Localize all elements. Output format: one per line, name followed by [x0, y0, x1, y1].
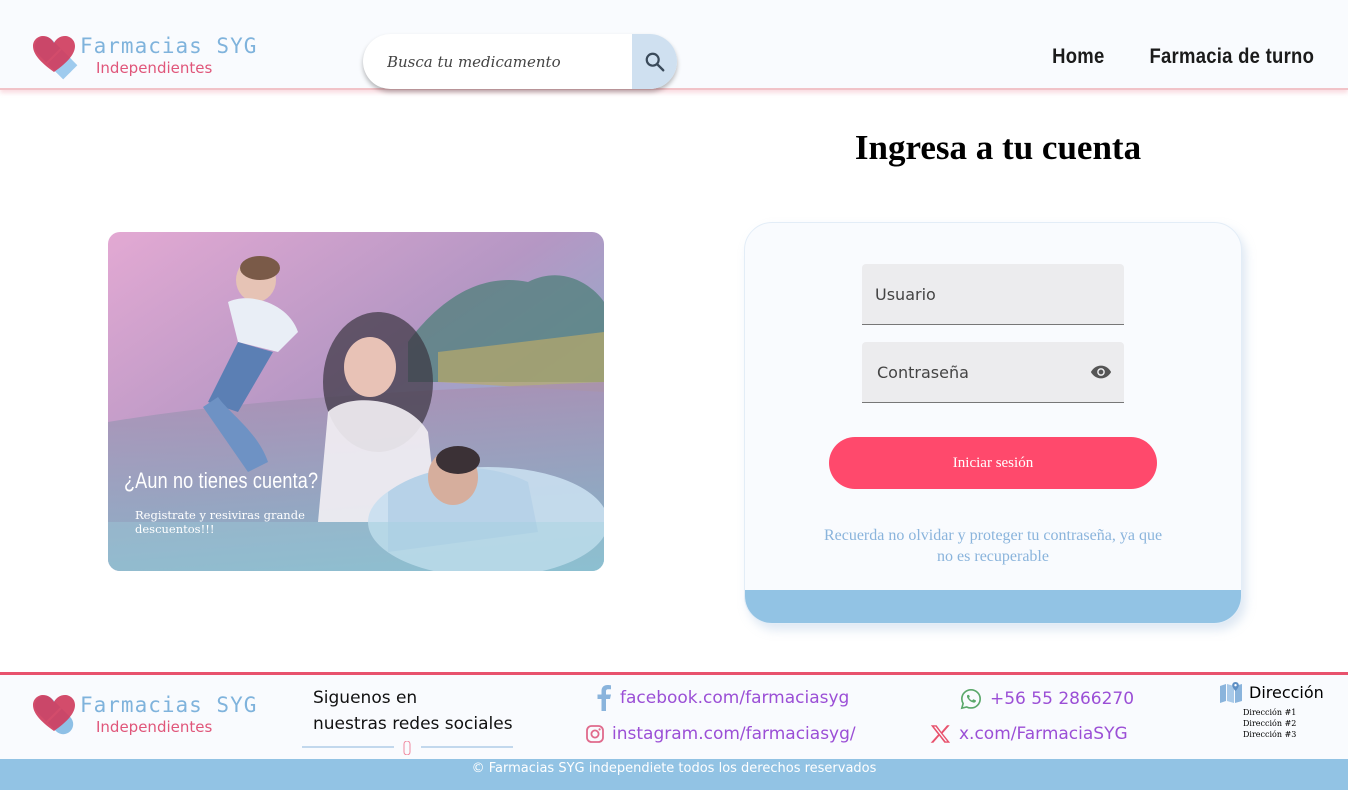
instagram-text: instagram.com/farmaciasyg/ [612, 724, 856, 744]
logo-subtitle: Independientes [96, 59, 213, 77]
header-logo[interactable]: Farmacias SYG Independientes [30, 32, 257, 80]
pill-divider [302, 741, 513, 755]
site-footer: Farmacias SYG Independientes Siguenos en… [0, 672, 1348, 759]
facebook-link[interactable]: facebook.com/farmaciasyg [596, 685, 849, 711]
facebook-text: facebook.com/farmaciasyg [620, 688, 850, 708]
promo-banner[interactable]: ¿Aun no tienes cuenta? Registrate y resi… [108, 232, 604, 571]
facebook-icon [597, 685, 611, 711]
login-page: Farmacias SYG Independientes Home Farmac… [0, 0, 1348, 790]
login-button[interactable]: Iniciar sesión [829, 437, 1157, 489]
search-bar [363, 34, 677, 89]
username-field [862, 264, 1124, 325]
password-field [862, 342, 1124, 403]
follow-line-2: nuestras redes sociales [313, 714, 513, 734]
x-icon [930, 725, 951, 743]
instagram-link[interactable]: instagram.com/farmaciasyg/ [586, 724, 856, 744]
x-link[interactable]: x.com/FarmaciaSYG [930, 724, 1128, 744]
logo-subtitle: Independientes [96, 718, 213, 736]
nav-farmacia-de-turno[interactable]: Farmacia de turno [1149, 45, 1314, 69]
logo-brand: Farmacias SYG [80, 34, 258, 58]
username-input[interactable] [862, 264, 1124, 324]
address-title: Dirección [1249, 682, 1324, 702]
search-icon [645, 52, 664, 71]
copyright-bar: © Farmacias SYG independiete todos los d… [0, 759, 1348, 790]
address-block: Dirección Dirección #1 Dirección #2 Dire… [1219, 681, 1324, 740]
search-button[interactable] [632, 34, 677, 89]
footer-logo[interactable]: Farmacias SYG Independientes [30, 691, 257, 739]
instagram-icon [586, 725, 604, 743]
eye-icon[interactable] [1088, 361, 1114, 388]
nav-home[interactable]: Home [1052, 45, 1104, 69]
promo-title: ¿Aun no tienes cuenta? [124, 468, 319, 493]
follow-us-text: Siguenos en nuestras redes sociales [313, 685, 513, 737]
main-nav: Home Farmacia de turno [1045, 45, 1314, 69]
pill-heart-icon [33, 36, 78, 80]
address-item: Dirección #1 [1243, 708, 1297, 717]
site-header: Farmacias SYG Independientes Home Farmac… [0, 0, 1348, 90]
whatsapp-text: +56 55 2866270 [990, 689, 1135, 709]
map-pin-icon [1220, 682, 1242, 703]
address-item: Dirección #2 [1243, 719, 1297, 728]
password-input[interactable] [862, 342, 1124, 402]
promo-text: Registrate y resiviras grande descuentos… [135, 508, 305, 536]
login-title: Ingresa a tu cuenta [854, 128, 1142, 167]
pill-heart-icon [33, 695, 75, 735]
card-footer-bar [745, 590, 1241, 623]
whatsapp-link[interactable]: +56 55 2866270 [960, 688, 1134, 710]
follow-line-1: Siguenos en [313, 688, 418, 708]
whatsapp-icon [960, 689, 981, 710]
logo-brand: Farmacias SYG [80, 693, 258, 717]
password-note: Recuerda no olvidar y proteger tu contra… [823, 527, 1163, 565]
login-card: Iniciar sesión Recuerda no olvidar y pro… [744, 222, 1242, 624]
address-item: Dirección #3 [1243, 730, 1297, 739]
x-text: x.com/FarmaciaSYG [959, 724, 1128, 744]
search-input[interactable] [363, 34, 632, 89]
